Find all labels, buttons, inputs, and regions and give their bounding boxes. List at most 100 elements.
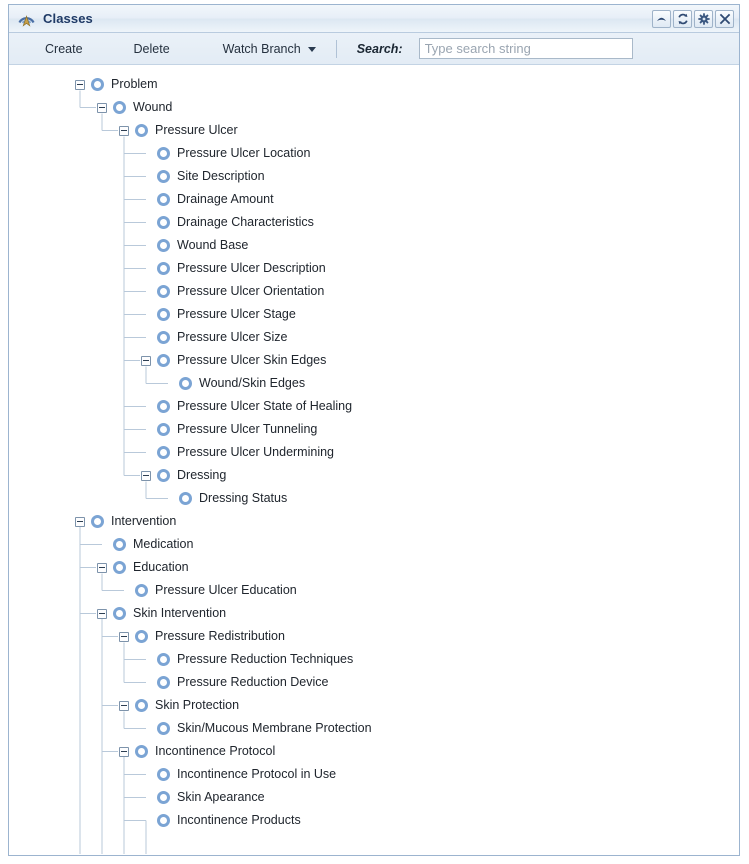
ring-circle-icon[interactable] (135, 584, 148, 597)
tree-node[interactable]: Wound (9, 96, 739, 119)
minus-box-icon[interactable] (119, 125, 129, 136)
watch-branch-dropdown[interactable]: Watch Branch (221, 40, 318, 58)
tree-node-label[interactable]: Pressure Ulcer Tunneling (177, 423, 317, 436)
tree-node-label[interactable]: Education (133, 561, 189, 574)
tree-node-label[interactable]: Pressure Ulcer Description (177, 262, 326, 275)
tree-node[interactable]: Medication (9, 533, 739, 556)
tree-node[interactable]: Skin/Mucous Membrane Protection (9, 717, 739, 740)
ring-circle-icon[interactable] (157, 446, 170, 459)
tree-node-label[interactable]: Pressure Ulcer (155, 124, 238, 137)
ring-circle-icon[interactable] (157, 814, 170, 827)
refresh-button[interactable] (673, 9, 692, 28)
create-button[interactable]: Create (43, 40, 85, 58)
tree-node[interactable]: Pressure Ulcer Description (9, 257, 739, 280)
ring-circle-icon[interactable] (113, 607, 126, 620)
ring-circle-icon[interactable] (157, 676, 170, 689)
minus-box-icon[interactable] (119, 746, 129, 757)
tree-node-label[interactable]: Pressure Ulcer Education (155, 584, 297, 597)
tree-node-label[interactable]: Skin Intervention (133, 607, 226, 620)
tree-node-label[interactable]: Intervention (111, 515, 176, 528)
tree-node[interactable]: Pressure Ulcer Orientation (9, 280, 739, 303)
tree-node-label[interactable]: Wound/Skin Edges (199, 377, 305, 390)
tree-node[interactable]: Pressure Redistribution (9, 625, 739, 648)
tree-node-label[interactable]: Pressure Redistribution (155, 630, 285, 643)
collapse-button[interactable] (652, 9, 671, 28)
tree-node-label[interactable]: Wound (133, 101, 172, 114)
ring-circle-icon[interactable] (135, 630, 148, 643)
tree-node-label[interactable]: Site Description (177, 170, 265, 183)
tree-node-label[interactable]: Incontinence Protocol in Use (177, 768, 336, 781)
tree-node-label[interactable]: Drainage Characteristics (177, 216, 314, 229)
ring-circle-icon[interactable] (157, 354, 170, 367)
ring-circle-icon[interactable] (157, 239, 170, 252)
tree-node[interactable]: Pressure Reduction Techniques (9, 648, 739, 671)
settings-button[interactable] (694, 9, 713, 28)
tree-node[interactable]: Dressing Status (9, 487, 739, 510)
ring-circle-icon[interactable] (157, 308, 170, 321)
tree-node[interactable]: Pressure Ulcer State of Healing (9, 395, 739, 418)
ring-circle-icon[interactable] (157, 768, 170, 781)
ring-circle-icon[interactable] (91, 515, 104, 528)
ring-circle-icon[interactable] (157, 147, 170, 160)
ring-circle-icon[interactable] (157, 722, 170, 735)
tree-node[interactable]: Pressure Ulcer (9, 119, 739, 142)
tree-node-label[interactable]: Wound Base (177, 239, 248, 252)
tree-node-label[interactable]: Pressure Reduction Device (177, 676, 328, 689)
class-tree[interactable]: Problem Wound Pressure Ulcer Pressure Ulcer… (9, 65, 739, 854)
tree-node-label[interactable]: Medication (133, 538, 193, 551)
tree-node[interactable]: Pressure Ulcer Stage (9, 303, 739, 326)
tree-node-label[interactable]: Pressure Ulcer Stage (177, 308, 296, 321)
ring-circle-icon[interactable] (157, 791, 170, 804)
minus-box-icon[interactable] (97, 102, 107, 113)
tree-node[interactable]: Pressure Ulcer Skin Edges (9, 349, 739, 372)
tree-node[interactable]: Pressure Ulcer Tunneling (9, 418, 739, 441)
tree-node[interactable]: Skin Apearance (9, 786, 739, 809)
tree-node-label[interactable]: Pressure Ulcer Orientation (177, 285, 324, 298)
ring-circle-icon[interactable] (135, 124, 148, 137)
tree-node[interactable]: Pressure Ulcer Location (9, 142, 739, 165)
tree-node[interactable]: Intervention (9, 510, 739, 533)
tree-node-label[interactable]: Pressure Ulcer Skin Edges (177, 354, 326, 367)
ring-circle-icon[interactable] (157, 331, 170, 344)
ring-circle-icon[interactable] (157, 469, 170, 482)
tree-node[interactable]: Incontinence Protocol in Use (9, 763, 739, 786)
tree-node[interactable]: Drainage Amount (9, 188, 739, 211)
tree-node[interactable]: Wound/Skin Edges (9, 372, 739, 395)
tree-node[interactable]: Pressure Reduction Device (9, 671, 739, 694)
ring-circle-icon[interactable] (113, 538, 126, 551)
ring-circle-icon[interactable] (157, 400, 170, 413)
tree-node[interactable]: Incontinence Products (9, 809, 739, 832)
tree-node[interactable]: Dressing (9, 464, 739, 487)
ring-circle-icon[interactable] (179, 492, 192, 505)
tree-node-label[interactable]: Pressure Ulcer Size (177, 331, 287, 344)
close-button[interactable] (715, 9, 734, 28)
tree-node-label[interactable]: Dressing Status (199, 492, 287, 505)
tree-node[interactable]: Pressure Ulcer Education (9, 579, 739, 602)
tree-node[interactable]: Site Description (9, 165, 739, 188)
tree-node[interactable]: Skin Protection (9, 694, 739, 717)
ring-circle-icon[interactable] (135, 745, 148, 758)
tree-node[interactable]: Drainage Characteristics (9, 211, 739, 234)
minus-box-icon[interactable] (75, 79, 85, 90)
tree-node-label[interactable]: Pressure Reduction Techniques (177, 653, 353, 666)
tree-node-label[interactable]: Pressure Ulcer Location (177, 147, 310, 160)
tree-node-label[interactable]: Skin Protection (155, 699, 239, 712)
tree-node-label[interactable]: Problem (111, 78, 158, 91)
ring-circle-icon[interactable] (113, 561, 126, 574)
ring-circle-icon[interactable] (113, 101, 126, 114)
tree-node[interactable]: Problem (9, 73, 739, 96)
delete-button[interactable]: Delete (132, 40, 172, 58)
minus-box-icon[interactable] (141, 355, 151, 366)
search-input[interactable] (418, 38, 633, 59)
minus-box-icon[interactable] (75, 516, 85, 527)
tree-node[interactable]: Pressure Ulcer Undermining (9, 441, 739, 464)
tree-node-label[interactable]: Pressure Ulcer State of Healing (177, 400, 352, 413)
tree-node-label[interactable]: Incontinence Protocol (155, 745, 275, 758)
ring-circle-icon[interactable] (91, 78, 104, 91)
tree-node-label[interactable]: Skin/Mucous Membrane Protection (177, 722, 372, 735)
ring-circle-icon[interactable] (157, 193, 170, 206)
ring-circle-icon[interactable] (157, 285, 170, 298)
tree-node[interactable]: Skin Intervention (9, 602, 739, 625)
ring-circle-icon[interactable] (157, 216, 170, 229)
ring-circle-icon[interactable] (135, 699, 148, 712)
